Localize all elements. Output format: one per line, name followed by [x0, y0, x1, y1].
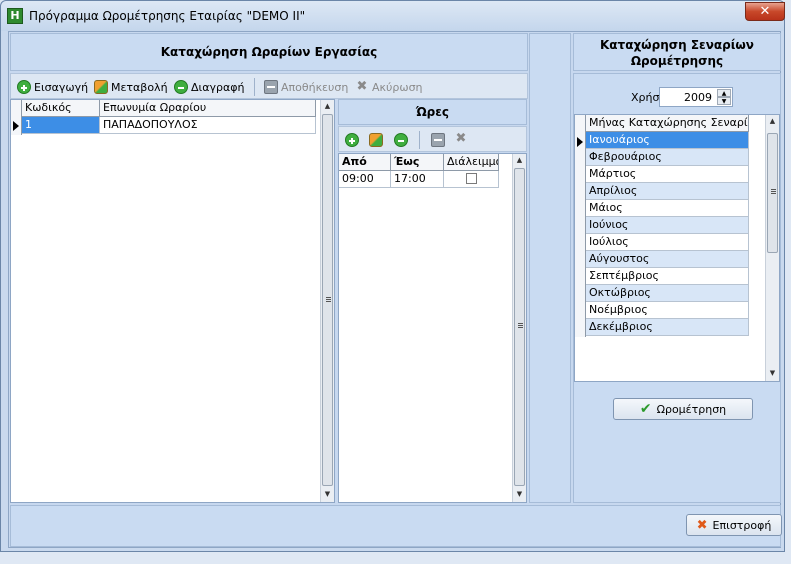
hours-delete-icon[interactable]: [394, 133, 408, 147]
run-timing-label: Ωρομέτρηση: [656, 402, 727, 416]
back-button[interactable]: ✖ Επιστροφή: [686, 514, 782, 536]
list-item[interactable]: Μάρτιος: [586, 166, 749, 183]
cancel-icon: ✖: [356, 79, 368, 94]
year-spinner[interactable]: 2009 ▲ ▼: [659, 87, 733, 107]
list-item[interactable]: Σεπτέμβριος: [586, 268, 749, 285]
edit-label: Μεταβολή: [111, 80, 168, 94]
months-current-row-arrow-icon: [577, 137, 583, 147]
hours-toolbar: ✖: [338, 126, 527, 152]
months-col-header[interactable]: Μήνας Καταχώρησης Σεναρίου: [586, 115, 749, 132]
hours-row-from[interactable]: 09:00: [339, 171, 391, 188]
table-row-code[interactable]: 1: [22, 117, 100, 134]
scenarios-panel-title: Καταχώρηση Σεναρίων Ωρομέτρησης: [573, 33, 781, 71]
delete-label: Διαγραφή: [191, 80, 245, 94]
hours-add-icon[interactable]: [345, 133, 359, 147]
app-window: H Πρόγραμμα Ωρομέτρησης Εταιρίας "DEMO I…: [0, 0, 785, 552]
back-icon: ✖: [696, 517, 708, 533]
hours-scroll-down-arrow-icon[interactable]: ▼: [513, 488, 526, 501]
scenarios-panel: Χρήση 2009 ▲ ▼ Μήνας Καταχώρησης Σεναρίο…: [573, 73, 781, 503]
schedules-grid: Κωδικός Επωνυμία Ωραρίου 1 ΠΑΠΑΔΟΠΟΥΛΟΣ …: [10, 99, 335, 503]
hours-scrollbar-thumb[interactable]: [514, 168, 525, 486]
list-item[interactable]: Ιούλιος: [586, 234, 749, 251]
spin-down-icon[interactable]: ▼: [717, 97, 731, 105]
footer-bar: ✖ Επιστροφή: [10, 505, 782, 547]
schedules-toolbar: Εισαγωγή Μεταβολή Διαγραφή Αποθήκευση ✖ …: [10, 73, 528, 99]
hours-toolbar-separator: [419, 131, 420, 149]
months-grid: Μήνας Καταχώρησης Σεναρίου Ιανουάριος Φεβ…: [574, 114, 780, 382]
list-item[interactable]: Φεβρουάριος: [586, 149, 749, 166]
months-scroll-up-arrow-icon[interactable]: ▲: [766, 115, 779, 128]
hours-row-break[interactable]: [444, 171, 499, 188]
save-button[interactable]: Αποθήκευση: [264, 80, 348, 94]
break-checkbox[interactable]: [466, 173, 477, 184]
hours-col-to[interactable]: Έως: [391, 154, 444, 171]
hours-row-to[interactable]: 17:00: [391, 171, 444, 188]
list-item[interactable]: Δεκέμβριος: [586, 319, 749, 336]
schedules-scrollbar[interactable]: ▲ ▼: [320, 100, 334, 502]
hours-panel-title: Ώρες: [338, 99, 527, 125]
edit-button[interactable]: Μεταβολή: [94, 80, 168, 94]
hours-col-from[interactable]: Από: [339, 154, 391, 171]
check-icon: ✔: [639, 401, 652, 417]
schedules-panel-title: Καταχώρηση Ωραρίων Εργασίας: [10, 33, 528, 71]
list-item[interactable]: Οκτώβριος: [586, 285, 749, 302]
list-item[interactable]: Απρίλιος: [586, 183, 749, 200]
list-item[interactable]: Αύγουστος: [586, 251, 749, 268]
table-row-name[interactable]: ΠΑΠΑΔΟΠΟΥΛΟΣ: [100, 117, 316, 134]
scroll-up-arrow-icon[interactable]: ▲: [321, 100, 334, 113]
divider-panel: [529, 33, 571, 503]
back-label: Επιστροφή: [712, 518, 772, 532]
list-item[interactable]: Μάιος: [586, 200, 749, 217]
add-button[interactable]: Εισαγωγή: [17, 80, 88, 94]
current-row-arrow-icon: [13, 121, 19, 131]
scroll-down-arrow-icon[interactable]: ▼: [321, 488, 334, 501]
year-value: 2009: [684, 91, 712, 104]
list-item[interactable]: Ιανουάριος: [586, 132, 749, 149]
delete-button[interactable]: Διαγραφή: [174, 80, 244, 94]
delete-icon: [174, 80, 188, 94]
hours-scrollbar[interactable]: ▲ ▼: [512, 154, 526, 502]
hours-grid: Από Έως Διάλειμμα 09:00 17:00 ▲ ▼: [338, 153, 527, 503]
save-label: Αποθήκευση: [281, 80, 349, 94]
app-icon: H: [7, 8, 23, 24]
cancel-label: Ακύρωση: [372, 80, 423, 94]
edit-icon: [94, 80, 108, 94]
title-bar[interactable]: H Πρόγραμμα Ωρομέτρησης Εταιρίας "DEMO I…: [1, 1, 785, 31]
add-label: Εισαγωγή: [34, 80, 89, 94]
months-scroll-down-arrow-icon[interactable]: ▼: [766, 367, 779, 380]
add-icon: [17, 80, 31, 94]
close-button[interactable]: ✕: [745, 2, 785, 21]
main-area: Καταχώρηση Ωραρίων Εργασίας Εισαγωγή Μετ…: [8, 31, 782, 548]
run-timing-button[interactable]: ✔ Ωρομέτρηση: [613, 398, 753, 420]
months-scrollbar-thumb[interactable]: [767, 133, 778, 253]
scrollbar-thumb[interactable]: [322, 114, 333, 486]
save-icon: [264, 80, 278, 94]
list-item[interactable]: Ιούνιος: [586, 217, 749, 234]
hours-edit-icon[interactable]: [369, 133, 383, 147]
window-title: Πρόγραμμα Ωρομέτρησης Εταιρίας "DEMO II": [29, 9, 306, 23]
schedules-col-code[interactable]: Κωδικός: [22, 100, 100, 117]
schedules-col-name[interactable]: Επωνυμία Ωραρίου: [100, 100, 316, 117]
toolbar-separator: [254, 78, 255, 96]
hours-save-icon[interactable]: [431, 133, 445, 147]
spin-up-icon[interactable]: ▲: [717, 89, 731, 97]
hours-col-break[interactable]: Διάλειμμα: [444, 154, 499, 171]
hours-cancel-icon[interactable]: ✖: [454, 132, 468, 146]
list-item[interactable]: Νοέμβριος: [586, 302, 749, 319]
hours-scroll-up-arrow-icon[interactable]: ▲: [513, 154, 526, 167]
months-indicator-column: [575, 115, 586, 337]
months-scrollbar[interactable]: ▲ ▼: [765, 115, 779, 381]
cancel-button[interactable]: ✖ Ακύρωση: [355, 80, 423, 94]
